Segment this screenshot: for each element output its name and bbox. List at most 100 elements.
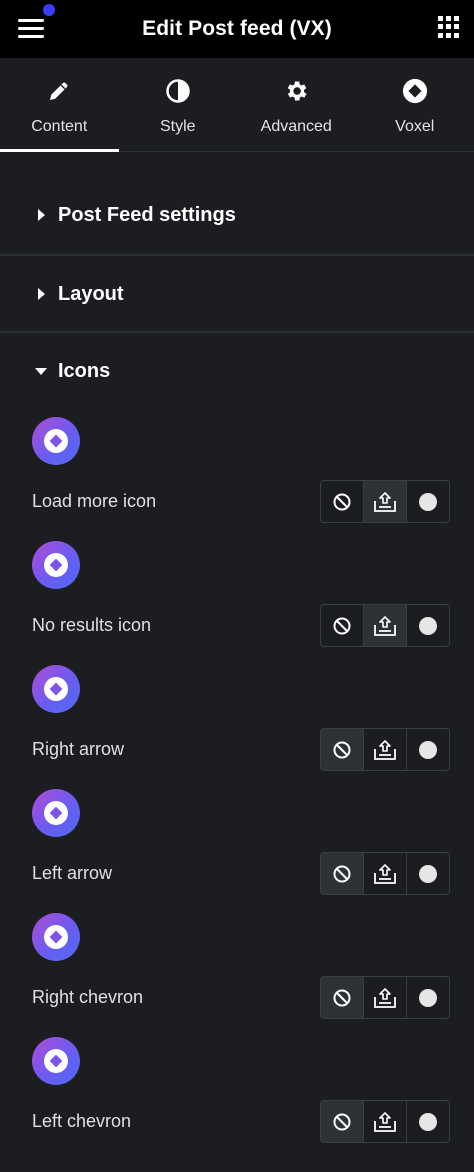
upload-icon bbox=[374, 863, 396, 884]
voxel-logo-icon bbox=[44, 429, 68, 453]
upload-icon-button[interactable] bbox=[364, 1101, 407, 1142]
grid-cell bbox=[438, 16, 443, 21]
tab-content[interactable]: Content bbox=[0, 58, 119, 152]
icon-control-no-results: No results icon bbox=[0, 541, 474, 665]
voxel-logo-icon bbox=[44, 677, 68, 701]
editor-header: Edit Post feed (VX) bbox=[0, 0, 474, 58]
grid-cell bbox=[454, 16, 459, 21]
upload-icon-button[interactable] bbox=[364, 729, 407, 770]
upload-icon bbox=[374, 491, 396, 512]
control-label: Right arrow bbox=[32, 739, 125, 759]
icon-choice-group bbox=[320, 852, 450, 895]
icon-control-load-more: Load more icon bbox=[0, 417, 474, 541]
library-icon-button[interactable] bbox=[407, 481, 449, 522]
section-title: Layout bbox=[58, 282, 124, 305]
upload-icon bbox=[374, 615, 396, 636]
icon-control-right-arrow: Right arrow bbox=[0, 665, 474, 789]
circle-icon bbox=[419, 616, 437, 635]
grid-cell bbox=[454, 24, 459, 30]
library-icon-button[interactable] bbox=[407, 729, 449, 770]
no-icon-button[interactable] bbox=[321, 605, 364, 646]
control-label: Left chevron bbox=[32, 1111, 132, 1131]
upload-icon bbox=[374, 987, 396, 1008]
contrast-icon bbox=[165, 78, 191, 104]
tab-label: Content bbox=[31, 118, 88, 135]
icon-preview[interactable] bbox=[32, 789, 80, 837]
circle-icon bbox=[419, 492, 437, 511]
upload-icon-button[interactable] bbox=[364, 481, 407, 522]
section-post-feed-settings[interactable]: Post Feed settings bbox=[0, 177, 474, 253]
no-icon-button[interactable] bbox=[321, 1101, 364, 1142]
grid-cell bbox=[438, 32, 443, 38]
tab-label: Voxel bbox=[395, 118, 435, 135]
voxel-logo-icon bbox=[44, 925, 68, 949]
grid-cell bbox=[446, 16, 451, 21]
pencil-icon bbox=[46, 78, 72, 104]
tab-voxel[interactable]: Voxel bbox=[356, 58, 474, 151]
panel-tabs: Content Style Advanced Voxel bbox=[0, 58, 474, 152]
grid-cell bbox=[446, 32, 451, 38]
icon-preview[interactable] bbox=[32, 665, 80, 713]
icon-choice-group bbox=[320, 604, 450, 647]
ban-icon bbox=[333, 989, 351, 1006]
icon-choice-group bbox=[320, 480, 450, 523]
voxel-logo-icon bbox=[44, 553, 68, 577]
no-icon-button[interactable] bbox=[321, 729, 364, 770]
grid-cell bbox=[454, 32, 459, 38]
voxel-logo-icon bbox=[44, 1049, 68, 1073]
library-icon-button[interactable] bbox=[407, 605, 449, 646]
grid-cell bbox=[438, 24, 443, 30]
upload-icon-button[interactable] bbox=[364, 853, 407, 894]
library-icon-button[interactable] bbox=[407, 977, 449, 1018]
icon-preview[interactable] bbox=[32, 541, 80, 589]
icon-preview[interactable] bbox=[32, 1037, 80, 1085]
library-icon-button[interactable] bbox=[407, 1101, 449, 1142]
menu-bar bbox=[18, 34, 44, 38]
caret-right-icon bbox=[34, 287, 48, 301]
tab-label: Advanced bbox=[260, 118, 332, 135]
widgets-grid-button[interactable] bbox=[438, 16, 460, 38]
no-icon-button[interactable] bbox=[321, 481, 364, 522]
notification-dot bbox=[43, 4, 55, 16]
control-label: Left arrow bbox=[32, 863, 113, 883]
voxel-logo-icon bbox=[402, 78, 428, 104]
caret-right-icon bbox=[34, 208, 48, 222]
icon-choice-group bbox=[320, 1100, 450, 1143]
upload-icon-button[interactable] bbox=[364, 605, 407, 646]
section-layout[interactable]: Layout bbox=[0, 256, 474, 332]
control-label: Load more icon bbox=[32, 491, 157, 511]
upload-icon bbox=[374, 739, 396, 760]
upload-icon-button[interactable] bbox=[364, 977, 407, 1018]
icon-preview[interactable] bbox=[32, 417, 80, 465]
ban-icon bbox=[333, 617, 351, 634]
tab-style[interactable]: Style bbox=[119, 58, 238, 151]
no-icon-button[interactable] bbox=[321, 977, 364, 1018]
menu-bar bbox=[18, 26, 44, 30]
icon-preview[interactable] bbox=[32, 913, 80, 961]
grid-cell bbox=[446, 24, 451, 30]
section-icons[interactable]: Icons bbox=[0, 333, 474, 409]
ban-icon bbox=[333, 865, 351, 882]
section-title: Icons bbox=[58, 359, 111, 382]
voxel-logo-icon bbox=[44, 801, 68, 825]
tab-advanced[interactable]: Advanced bbox=[237, 58, 356, 151]
icon-control-left-chevron: Left chevron bbox=[0, 1037, 474, 1161]
hamburger-menu-button[interactable] bbox=[14, 4, 55, 42]
control-label: No results icon bbox=[32, 615, 152, 635]
library-icon-button[interactable] bbox=[407, 853, 449, 894]
caret-down-icon bbox=[34, 364, 48, 378]
circle-icon bbox=[419, 988, 437, 1007]
control-label: Right chevron bbox=[32, 987, 144, 1007]
ban-icon bbox=[333, 493, 351, 510]
circle-icon bbox=[419, 740, 437, 759]
no-icon-button[interactable] bbox=[321, 853, 364, 894]
page-title: Edit Post feed (VX) bbox=[142, 17, 332, 40]
ban-icon bbox=[333, 1113, 351, 1130]
icon-control-right-chevron: Right chevron bbox=[0, 913, 474, 1037]
section-title: Post Feed settings bbox=[58, 203, 236, 226]
circle-icon bbox=[419, 1112, 437, 1131]
ban-icon bbox=[333, 741, 351, 758]
icon-choice-group bbox=[320, 976, 450, 1019]
gear-icon bbox=[283, 78, 309, 104]
upload-icon bbox=[374, 1111, 396, 1132]
